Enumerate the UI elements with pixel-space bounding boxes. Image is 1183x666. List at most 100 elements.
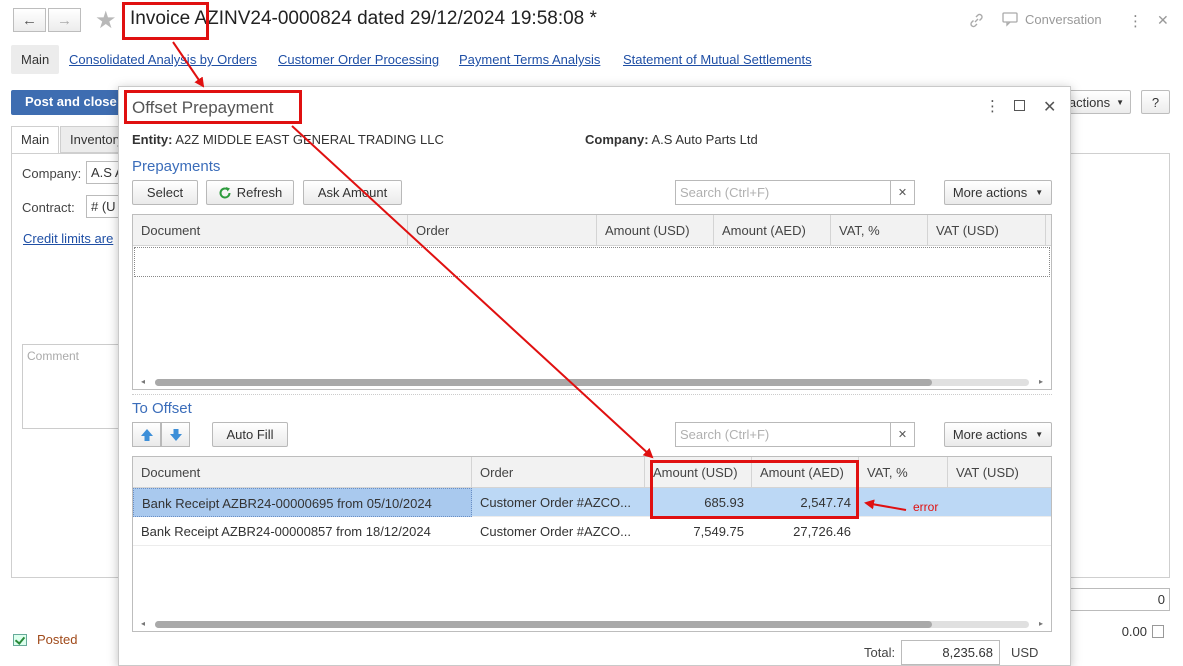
top-tabs: Main (11, 43, 60, 75)
posted-check-icon (13, 633, 27, 646)
col-vat-usd[interactable]: VAT (USD) (928, 215, 1046, 246)
entity-info: Entity: A2Z MIDDLE EAST GENERAL TRADING … (132, 132, 444, 147)
col-amount-usd[interactable]: Amount (USD) (597, 215, 714, 246)
maximize-icon[interactable] (1014, 100, 1025, 111)
right-form-panel (1070, 153, 1170, 578)
col-order[interactable]: Order (408, 215, 597, 246)
col-amount-aed[interactable]: Amount (AED) (752, 457, 859, 488)
arrow-right-icon: → (57, 11, 72, 29)
table-row[interactable]: Bank Receipt AZBR24-00000857 from 18/12/… (133, 517, 1051, 546)
link-consolidated-analysis[interactable]: Consolidated Analysis by Orders (69, 52, 257, 67)
close-icon[interactable]: ✕ (1157, 12, 1169, 29)
col-vat-pct[interactable]: VAT, % (859, 457, 948, 488)
select-button[interactable]: Select (132, 180, 198, 205)
to-offset-hscrollbar[interactable]: ◂ ▸ (133, 617, 1051, 631)
caret-down-icon: ▼ (1035, 188, 1044, 197)
cell-order[interactable]: Customer Order #AZCO... (472, 488, 645, 517)
col-document[interactable]: Document (133, 457, 472, 488)
link-statement-mutual-settlements[interactable]: Statement of Mutual Settlements (623, 52, 812, 67)
more-actions-label: actions (1068, 94, 1111, 110)
col-document[interactable]: Document (133, 215, 408, 246)
company-field[interactable]: A.S A (86, 161, 120, 184)
link-payment-terms-analysis[interactable]: Payment Terms Analysis (459, 52, 600, 67)
right-value-field-2[interactable]: 0.00 (1071, 621, 1151, 644)
status-posted: Posted (13, 632, 77, 647)
to-offset-section-title: To Offset (132, 400, 192, 417)
company-info: Company: A.S Auto Parts Ltd (585, 132, 758, 147)
clear-search-icon[interactable]: ✕ (890, 181, 914, 204)
more-actions-label: More actions (952, 427, 1028, 442)
calculator-icon[interactable] (1152, 625, 1164, 638)
prepayments-section-title: Prepayments (132, 158, 221, 175)
cell-document[interactable]: Bank Receipt AZBR24-00000695 from 05/10/… (133, 488, 472, 517)
cell-amount-usd[interactable]: 685.93 (645, 488, 752, 517)
entity-label: Entity: (132, 132, 173, 147)
divider (132, 394, 1052, 395)
caret-down-icon: ▼ (1116, 97, 1124, 107)
to-offset-more-actions-button[interactable]: More actions ▼ (944, 422, 1052, 447)
back-button[interactable]: ← (13, 8, 46, 32)
right-value-field-1[interactable]: 0 (1071, 588, 1170, 611)
table-header: Document Order Amount (USD) Amount (AED)… (133, 457, 1051, 488)
arrow-left-icon: ← (22, 11, 37, 29)
dialog-title: Offset Prepayment (132, 98, 274, 117)
cell-document[interactable]: Bank Receipt AZBR24-00000857 from 18/12/… (133, 517, 472, 546)
refresh-label: Refresh (236, 185, 283, 200)
link-customer-order-processing[interactable]: Customer Order Processing (278, 52, 439, 67)
annotation-error-label: error (913, 500, 939, 514)
move-up-button[interactable] (132, 422, 161, 447)
forward-button[interactable]: → (48, 8, 81, 32)
more-vertical-icon[interactable]: ⋮ (1128, 12, 1143, 30)
caret-down-icon: ▼ (1035, 430, 1044, 439)
cell-vat-pct[interactable] (859, 517, 948, 546)
prepayments-search: ✕ (675, 180, 915, 205)
help-button[interactable]: ? (1141, 90, 1170, 114)
arrow-up-icon (140, 428, 153, 441)
ask-amount-button[interactable]: Ask Amount (303, 180, 402, 205)
table-header: Document Order Amount (USD) Amount (AED)… (133, 215, 1051, 246)
subtab-main[interactable]: Main (11, 126, 60, 154)
cell-order[interactable]: Customer Order #AZCO... (472, 517, 645, 546)
credit-limits-link[interactable]: Credit limits are (23, 231, 113, 246)
star-icon[interactable]: ★ (95, 6, 117, 35)
auto-fill-button[interactable]: Auto Fill (212, 422, 288, 447)
refresh-button[interactable]: Refresh (206, 180, 294, 205)
more-vertical-icon[interactable]: ⋮ (985, 97, 1000, 115)
arrow-down-icon (169, 428, 182, 441)
col-vat-usd[interactable]: VAT (USD) (948, 457, 1051, 488)
cell-vat-usd[interactable] (948, 517, 1051, 546)
tab-main[interactable]: Main (11, 44, 60, 74)
post-and-close-button[interactable]: Post and close (11, 90, 121, 115)
conversation-icon[interactable] (1002, 12, 1019, 31)
subtab-inventory[interactable]: Inventory (60, 126, 120, 153)
more-actions-label: More actions (952, 185, 1028, 200)
offset-prepayment-dialog: Offset Prepayment ⋮ ✕ Entity: A2Z MIDDLE… (118, 86, 1071, 666)
company-label: Company: (585, 132, 649, 147)
more-actions-button[interactable]: actions ▼ (1068, 90, 1131, 114)
conversation-link[interactable]: Conversation (1025, 12, 1102, 27)
comment-field[interactable]: Comment (22, 344, 122, 429)
cell-amount-usd[interactable]: 7,549.75 (645, 517, 752, 546)
col-amount-usd[interactable]: Amount (USD) (645, 457, 752, 488)
page-title: Invoice AZINV24-0000824 dated 29/12/2024… (130, 8, 597, 29)
empty-row-focus[interactable] (134, 247, 1050, 277)
col-amount-aed[interactable]: Amount (AED) (714, 215, 831, 246)
status-label: Posted (37, 632, 78, 647)
to-offset-search-input[interactable] (676, 423, 888, 446)
cell-amount-aed[interactable]: 27,726.46 (752, 517, 859, 546)
col-order[interactable]: Order (472, 457, 645, 488)
contract-field[interactable]: # (U (86, 195, 120, 218)
prepayments-search-input[interactable] (676, 181, 888, 204)
prepayments-more-actions-button[interactable]: More actions ▼ (944, 180, 1052, 205)
entity-value: A2Z MIDDLE EAST GENERAL TRADING LLC (175, 132, 444, 147)
total-field[interactable]: 8,235.68 (901, 640, 1000, 665)
to-offset-search: ✕ (675, 422, 915, 447)
link-icon[interactable] (968, 12, 985, 33)
cell-amount-aed[interactable]: 2,547.74 (752, 488, 859, 517)
prepayments-hscrollbar[interactable]: ◂ ▸ (133, 375, 1051, 389)
move-down-button[interactable] (161, 422, 190, 447)
cell-vat-usd[interactable] (948, 488, 1051, 517)
col-vat-pct[interactable]: VAT, % (831, 215, 928, 246)
clear-search-icon[interactable]: ✕ (890, 423, 914, 446)
close-icon[interactable]: ✕ (1043, 97, 1056, 117)
